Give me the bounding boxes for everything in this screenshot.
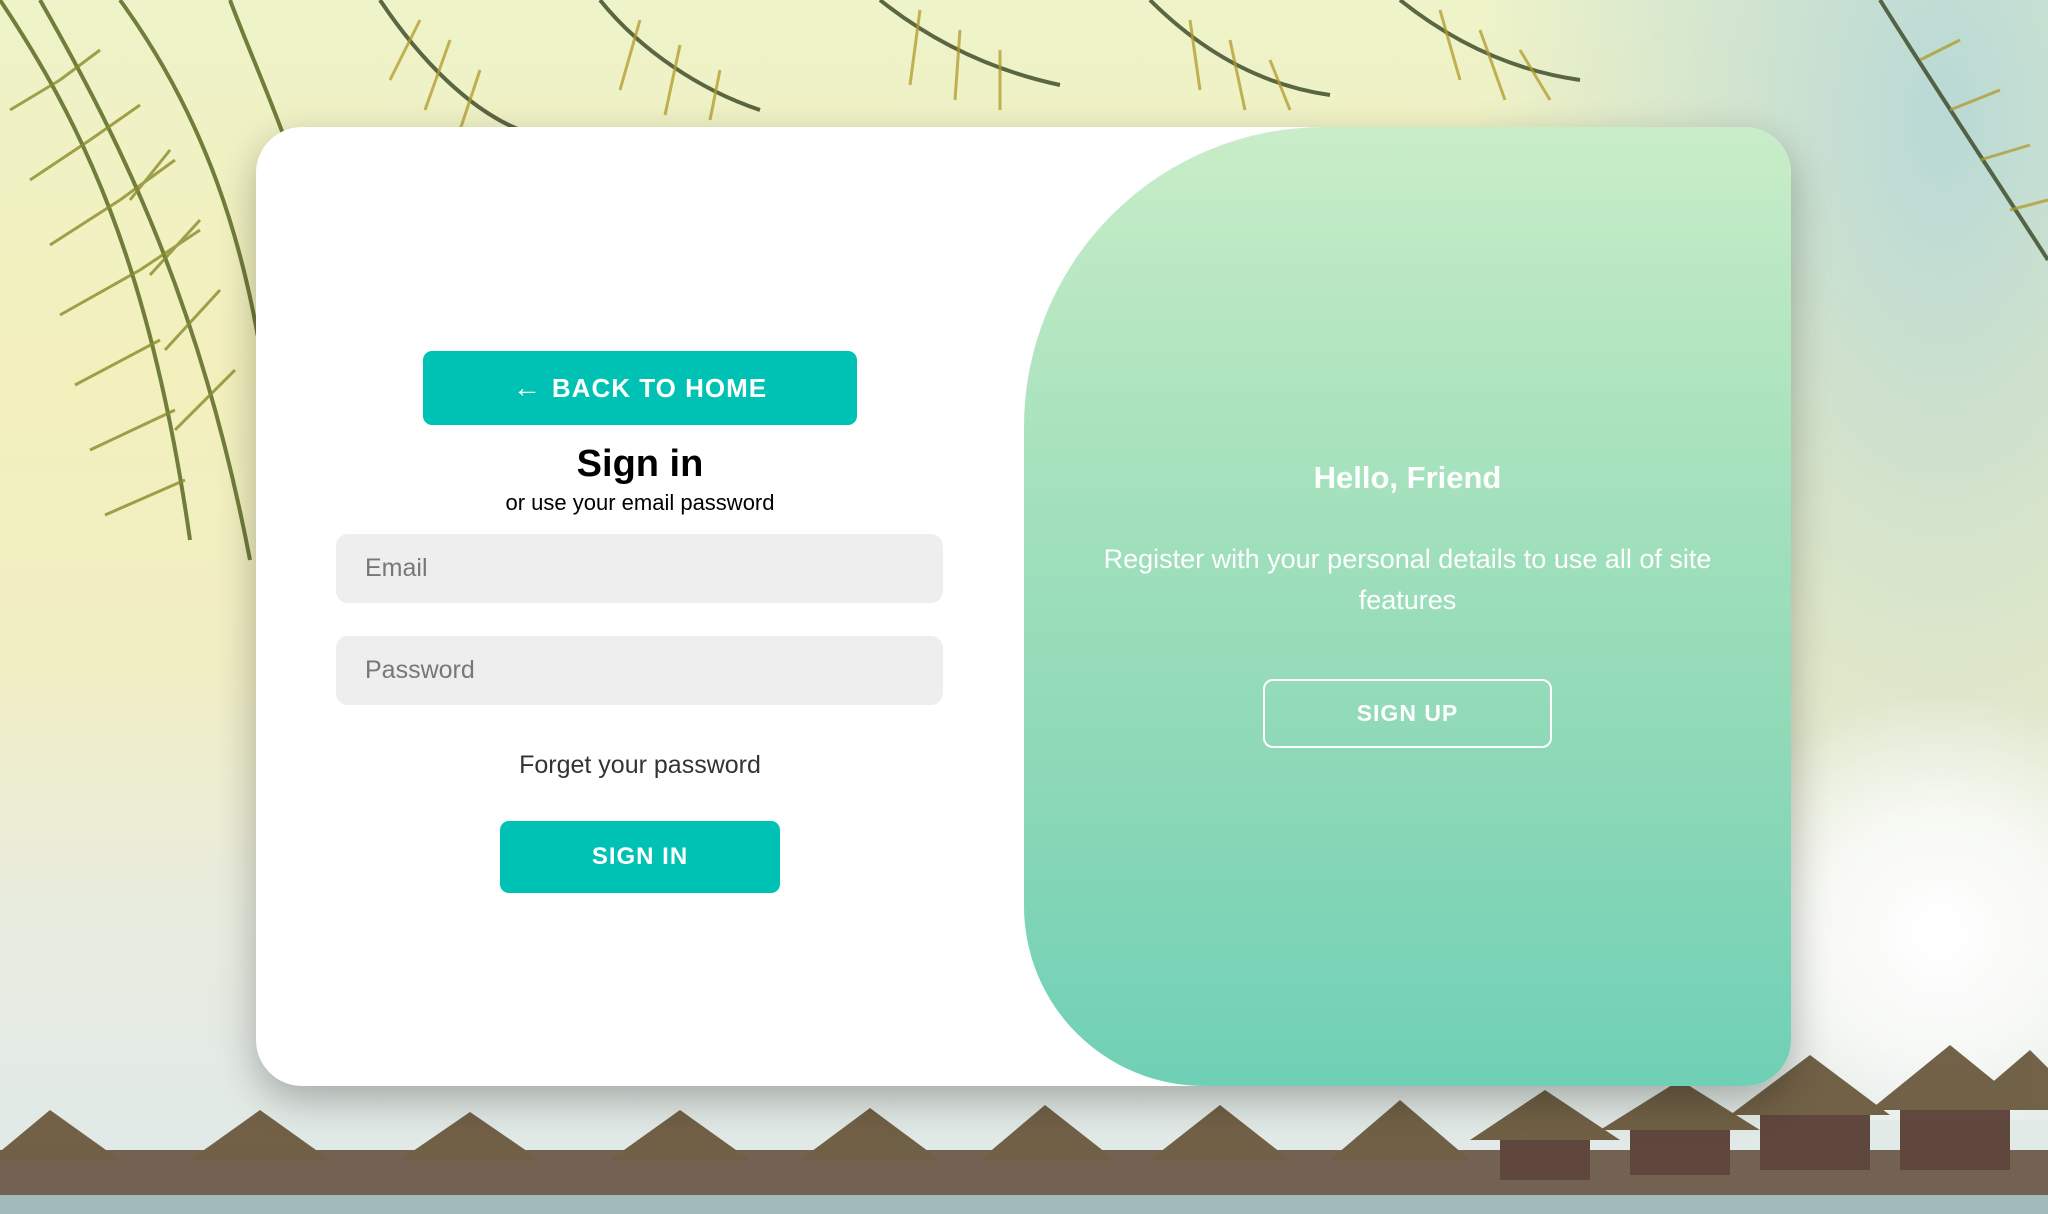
back-to-home-label: BACK TO HOME xyxy=(551,372,768,403)
hello-title: Hello, Friend xyxy=(1313,460,1502,495)
sign-in-pane: ← BACK TO HOME Sign in or use your email… xyxy=(256,127,1024,1086)
password-field[interactable] xyxy=(336,636,943,705)
sign-in-title: Sign in xyxy=(576,443,704,485)
auth-card: ← BACK TO HOME Sign in or use your email… xyxy=(256,127,1791,1086)
sign-in-subtitle: or use your email password xyxy=(505,490,775,515)
sign-in-button[interactable]: SIGN IN xyxy=(500,821,780,893)
forgot-password-link[interactable]: Forget your password xyxy=(256,751,1024,780)
sign-up-panel: Hello, Friend Register with your persona… xyxy=(1024,127,1791,1086)
sign-up-button[interactable]: SIGN UP xyxy=(1263,679,1552,748)
back-to-home-button[interactable]: ← BACK TO HOME xyxy=(423,351,857,425)
arrow-left-icon: ← xyxy=(512,372,542,403)
email-field[interactable] xyxy=(336,534,943,603)
register-text: Register with your personal details to u… xyxy=(1103,544,1712,615)
